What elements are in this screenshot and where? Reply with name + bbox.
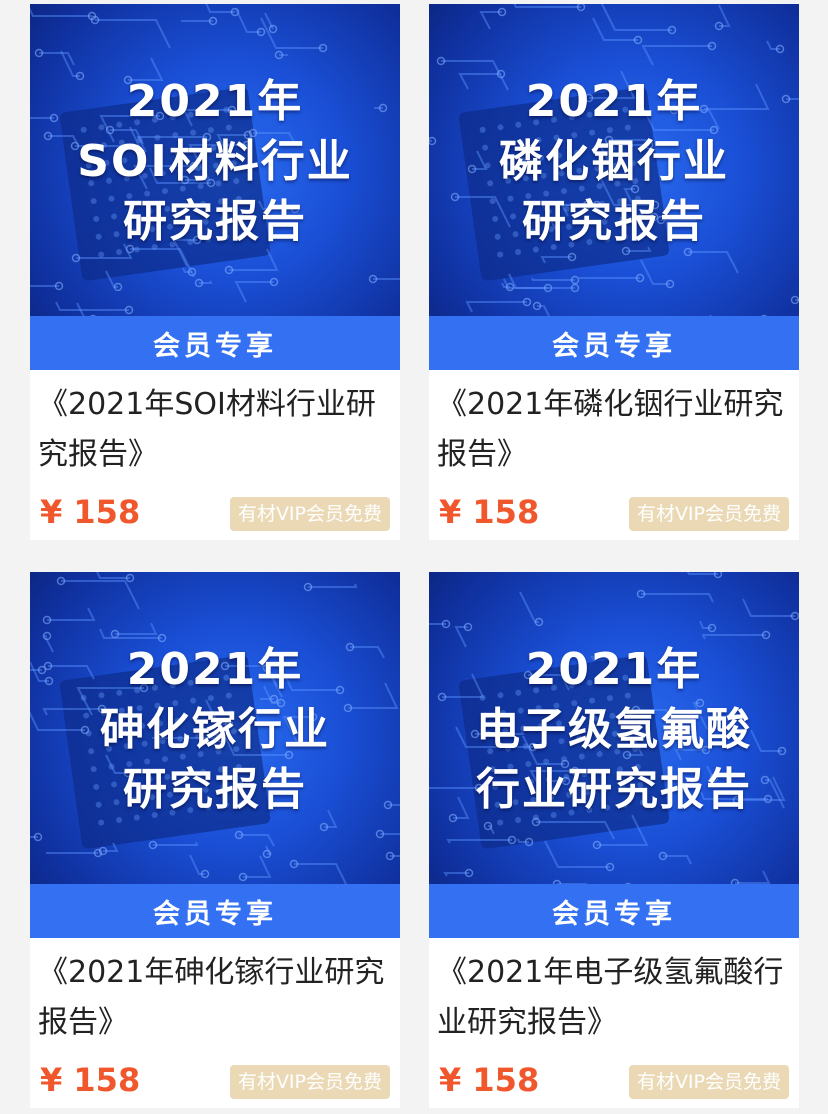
vip-free-badge: 有材VIP会员免费 bbox=[229, 497, 390, 531]
product-title[interactable]: 《2021年SOI材料行业研究报告》 bbox=[38, 380, 388, 480]
cover-title-line: 2021年 bbox=[126, 76, 304, 127]
cover-title-line: 2021年 bbox=[126, 644, 304, 695]
product-cover-image[interactable]: 2021年 电子级氢氟酸 行业研究报告 会员专享 bbox=[429, 572, 799, 938]
product-card[interactable]: 2021年 电子级氢氟酸 行业研究报告 会员专享 《2021年电子级氢氟酸行业研… bbox=[429, 572, 799, 1108]
product-cover-image[interactable]: 2021年 SOI材料行业 研究报告 会员专享 bbox=[30, 4, 400, 370]
product-price: ¥ 158 bbox=[40, 493, 141, 531]
product-card[interactable]: 2021年 SOI材料行业 研究报告 会员专享 《2021年SOI材料行业研究报… bbox=[30, 4, 400, 540]
product-cover-image[interactable]: 2021年 磷化铟行业 研究报告 会员专享 bbox=[429, 4, 799, 370]
cover-title-line: 磷化铟行业 bbox=[499, 136, 729, 187]
cover-title-line: 研究报告 bbox=[123, 764, 307, 815]
vip-free-badge: 有材VIP会员免费 bbox=[628, 1065, 789, 1099]
cover-title-line: 行业研究报告 bbox=[476, 764, 752, 815]
cover-title-line: 电子级氢氟酸 bbox=[476, 704, 752, 755]
product-card[interactable]: 2021年 磷化铟行业 研究报告 会员专享 《2021年磷化铟行业研究报告》 ¥… bbox=[429, 4, 799, 540]
member-exclusive-banner: 会员专享 bbox=[30, 884, 400, 938]
cover-title-line: 2021年 bbox=[525, 76, 703, 127]
vip-free-badge: 有材VIP会员免费 bbox=[628, 497, 789, 531]
cover-title-line: SOI材料行业 bbox=[77, 136, 353, 187]
product-cover-image[interactable]: 2021年 砷化镓行业 研究报告 会员专享 bbox=[30, 572, 400, 938]
product-title[interactable]: 《2021年电子级氢氟酸行业研究报告》 bbox=[437, 948, 787, 1048]
member-exclusive-banner: 会员专享 bbox=[30, 316, 400, 370]
product-price: ¥ 158 bbox=[439, 493, 540, 531]
product-price: ¥ 158 bbox=[439, 1061, 540, 1099]
member-exclusive-banner: 会员专享 bbox=[429, 316, 799, 370]
product-title[interactable]: 《2021年砷化镓行业研究报告》 bbox=[38, 948, 388, 1048]
product-card[interactable]: 2021年 砷化镓行业 研究报告 会员专享 《2021年砷化镓行业研究报告》 ¥… bbox=[30, 572, 400, 1108]
member-exclusive-banner: 会员专享 bbox=[429, 884, 799, 938]
cover-title-line: 砷化镓行业 bbox=[100, 704, 330, 755]
cover-title-line: 2021年 bbox=[525, 644, 703, 695]
cover-title-line: 研究报告 bbox=[123, 196, 307, 247]
vip-free-badge: 有材VIP会员免费 bbox=[229, 1065, 390, 1099]
cover-title-line: 研究报告 bbox=[522, 196, 706, 247]
product-title[interactable]: 《2021年磷化铟行业研究报告》 bbox=[437, 380, 787, 480]
product-price: ¥ 158 bbox=[40, 1061, 141, 1099]
